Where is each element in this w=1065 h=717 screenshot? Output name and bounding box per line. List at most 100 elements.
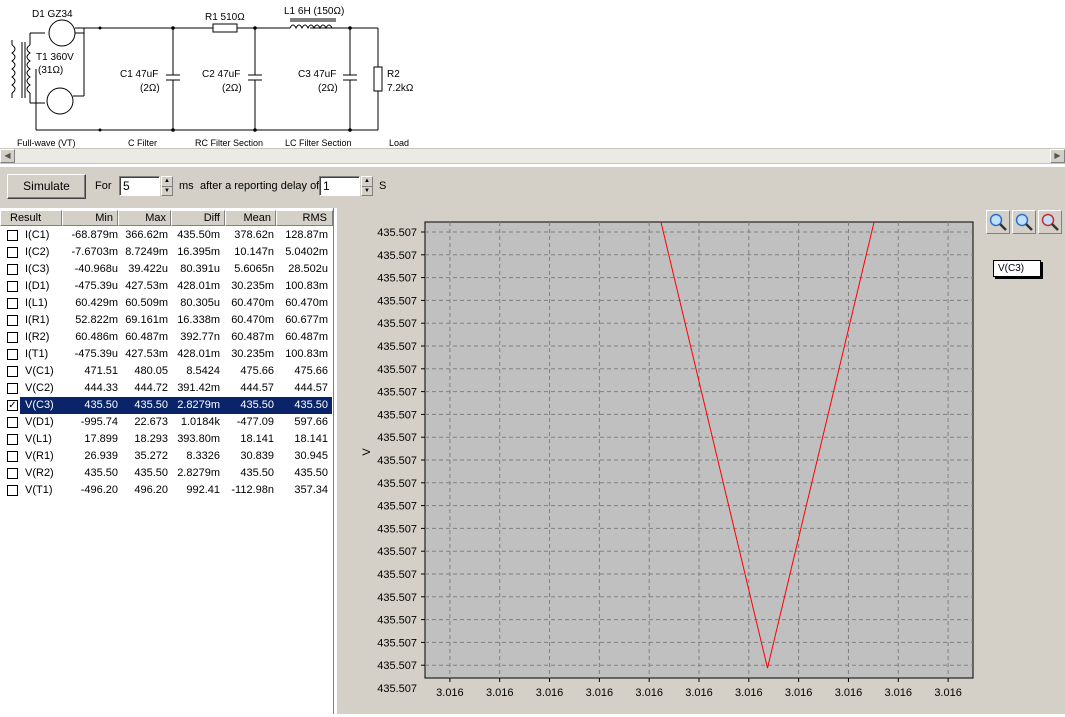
- cell-min: 444.33: [84, 382, 118, 394]
- y-tick-label: 435.507: [377, 295, 417, 307]
- row-checkbox[interactable]: [7, 451, 18, 462]
- header-rms[interactable]: RMS: [276, 210, 333, 226]
- zoom-out-icon[interactable]: [1038, 210, 1062, 234]
- cell-diff: 16.338m: [177, 314, 220, 326]
- cell-mean: 60.487m: [231, 331, 274, 343]
- cell-mean: -112.98n: [231, 484, 274, 496]
- zoom-in-icon[interactable]: [986, 210, 1010, 234]
- table-row[interactable]: I(R1) 52.822m 69.161m 16.338m 60.470m 60.677m: [0, 312, 333, 329]
- cell-min: -475.39u: [74, 348, 118, 360]
- header-result[interactable]: Result: [0, 210, 62, 226]
- cell-name: V(R1): [25, 450, 54, 462]
- table-row[interactable]: I(C1) -68.879m 366.62m 435.50m 378.62n 128.87…: [0, 227, 333, 244]
- cell-rms: 30.945: [294, 450, 328, 462]
- cell-max: 18.293: [134, 433, 168, 445]
- scroll-right-icon[interactable]: ▶: [1050, 149, 1065, 163]
- table-row[interactable]: I(C2) -7.6703m 8.7249m 16.395m 10.147n 5.0402…: [0, 244, 333, 261]
- table-row[interactable]: I(L1) 60.429m 60.509m 80.305u 60.470m 60.470m: [0, 295, 333, 312]
- y-tick-label: 435.507: [377, 432, 417, 444]
- simulation-toolbar: Simulate For ▲▼ ms after a reporting del…: [0, 166, 1065, 208]
- row-checkbox[interactable]: [7, 366, 18, 377]
- cell-max: 427.53m: [125, 280, 168, 292]
- table-row[interactable]: I(T1) -475.39u 427.53m 428.01m 30.235m 100.83…: [0, 346, 333, 363]
- y-tick-label: 435.507: [377, 250, 417, 262]
- cell-name: I(R2): [25, 331, 50, 343]
- cell-max: 60.509m: [125, 297, 168, 309]
- row-checkbox[interactable]: [7, 298, 18, 309]
- row-checkbox[interactable]: [7, 264, 18, 275]
- spin-down-icon[interactable]: ▼: [162, 186, 172, 196]
- row-checkbox[interactable]: [7, 434, 18, 445]
- schematic-hscrollbar[interactable]: ◀ ▶: [0, 148, 1065, 164]
- simulate-button[interactable]: Simulate: [7, 174, 86, 199]
- table-row[interactable]: V(L1) 17.899 18.293 393.80m 18.141 18.141: [0, 431, 333, 448]
- cell-name: I(C3): [25, 263, 50, 275]
- header-max[interactable]: Max: [118, 210, 171, 226]
- delay-input[interactable]: [319, 176, 360, 196]
- row-checkbox[interactable]: [7, 315, 18, 326]
- row-checkbox[interactable]: [7, 332, 18, 343]
- y-tick-label: 435.507: [377, 660, 417, 672]
- duration-spinner[interactable]: ▲ ▼: [161, 176, 173, 196]
- cell-min: 60.486m: [75, 331, 118, 343]
- cell-mean: 10.147n: [234, 246, 274, 258]
- cell-min: -995.74: [80, 416, 118, 428]
- delay-label: after a reporting delay of: [200, 180, 320, 192]
- spin-up-icon[interactable]: ▲: [162, 177, 172, 186]
- spin-down-icon[interactable]: ▼: [362, 186, 372, 196]
- header-min[interactable]: Min: [62, 210, 118, 226]
- cell-mean: -477.09: [236, 416, 274, 428]
- table-row[interactable]: V(R2) 435.50 435.50 2.8279m 435.50 435.50: [0, 465, 333, 482]
- label-l1: L1 6H (150Ω): [284, 6, 344, 17]
- table-row[interactable]: I(C3) -40.968u 39.422u 80.391u 5.6065n 28.502…: [0, 261, 333, 278]
- cell-rms: 60.470m: [285, 297, 328, 309]
- table-row[interactable]: ✓ V(C3) 435.50 435.50 2.8279m 435.50 435.50: [0, 397, 333, 414]
- cell-rms: 18.141: [294, 433, 328, 445]
- table-row[interactable]: V(C1) 471.51 480.05 8.5424 475.66 475.66: [0, 363, 333, 380]
- table-row[interactable]: V(C2) 444.33 444.72 391.42m 444.57 444.57: [0, 380, 333, 397]
- header-mean[interactable]: Mean: [225, 210, 276, 226]
- cell-min: -68.879m: [71, 229, 118, 241]
- x-tick-label: 3.016: [536, 687, 564, 699]
- row-checkbox[interactable]: ✓: [7, 400, 18, 411]
- y-tick-label: 435.507: [377, 637, 417, 649]
- x-tick-label: 3.016: [835, 687, 863, 699]
- row-checkbox[interactable]: [7, 281, 18, 292]
- cell-mean: 475.66: [240, 365, 274, 377]
- spin-up-icon[interactable]: ▲: [362, 177, 372, 186]
- cell-mean: 30.839: [240, 450, 274, 462]
- row-checkbox[interactable]: [7, 247, 18, 258]
- scroll-left-icon[interactable]: ◀: [0, 149, 15, 163]
- table-row[interactable]: I(R2) 60.486m 60.487m 392.77n 60.487m 60.487m: [0, 329, 333, 346]
- table-row[interactable]: V(D1) -995.74 22.673 1.0184k -477.09 597.66: [0, 414, 333, 431]
- y-tick-label: 435.507: [377, 569, 417, 581]
- cell-diff: 428.01m: [177, 280, 220, 292]
- row-checkbox[interactable]: [7, 485, 18, 496]
- chart-panel: 3.016 3.016 3.016 3.016 3.016 3.016 3.016 3.016…: [337, 208, 1065, 714]
- delay-spinner[interactable]: ▲ ▼: [361, 176, 373, 196]
- chart-legend[interactable]: V(C3): [993, 260, 1041, 277]
- x-tick-label: 3.016: [436, 687, 464, 699]
- row-checkbox[interactable]: [7, 230, 18, 241]
- cell-mean: 60.470m: [231, 297, 274, 309]
- row-checkbox[interactable]: [7, 383, 18, 394]
- header-diff[interactable]: Diff: [171, 210, 225, 226]
- row-checkbox[interactable]: [7, 417, 18, 428]
- zoom-fit-icon[interactable]: [1012, 210, 1036, 234]
- row-checkbox[interactable]: [7, 468, 18, 479]
- row-checkbox[interactable]: [7, 349, 18, 360]
- cell-max: 366.62m: [125, 229, 168, 241]
- cell-min: 435.50: [84, 399, 118, 411]
- table-row[interactable]: I(D1) -475.39u 427.53m 428.01m 30.235m 100.83…: [0, 278, 333, 295]
- table-row[interactable]: V(T1) -496.20 496.20 992.41 -112.98n 357.34: [0, 482, 333, 499]
- label-r2: R2: [387, 69, 400, 80]
- duration-input[interactable]: [119, 176, 160, 196]
- cell-mean: 5.6065n: [234, 263, 274, 275]
- x-tick-label: 3.016: [934, 687, 962, 699]
- y-tick-label: 435.507: [377, 546, 417, 558]
- cell-rms: 60.677m: [285, 314, 328, 326]
- y-tick-label: 435.507: [377, 478, 417, 490]
- cell-mean: 30.235m: [231, 280, 274, 292]
- table-row[interactable]: V(R1) 26.939 35.272 8.3326 30.839 30.945: [0, 448, 333, 465]
- cell-min: 60.429m: [75, 297, 118, 309]
